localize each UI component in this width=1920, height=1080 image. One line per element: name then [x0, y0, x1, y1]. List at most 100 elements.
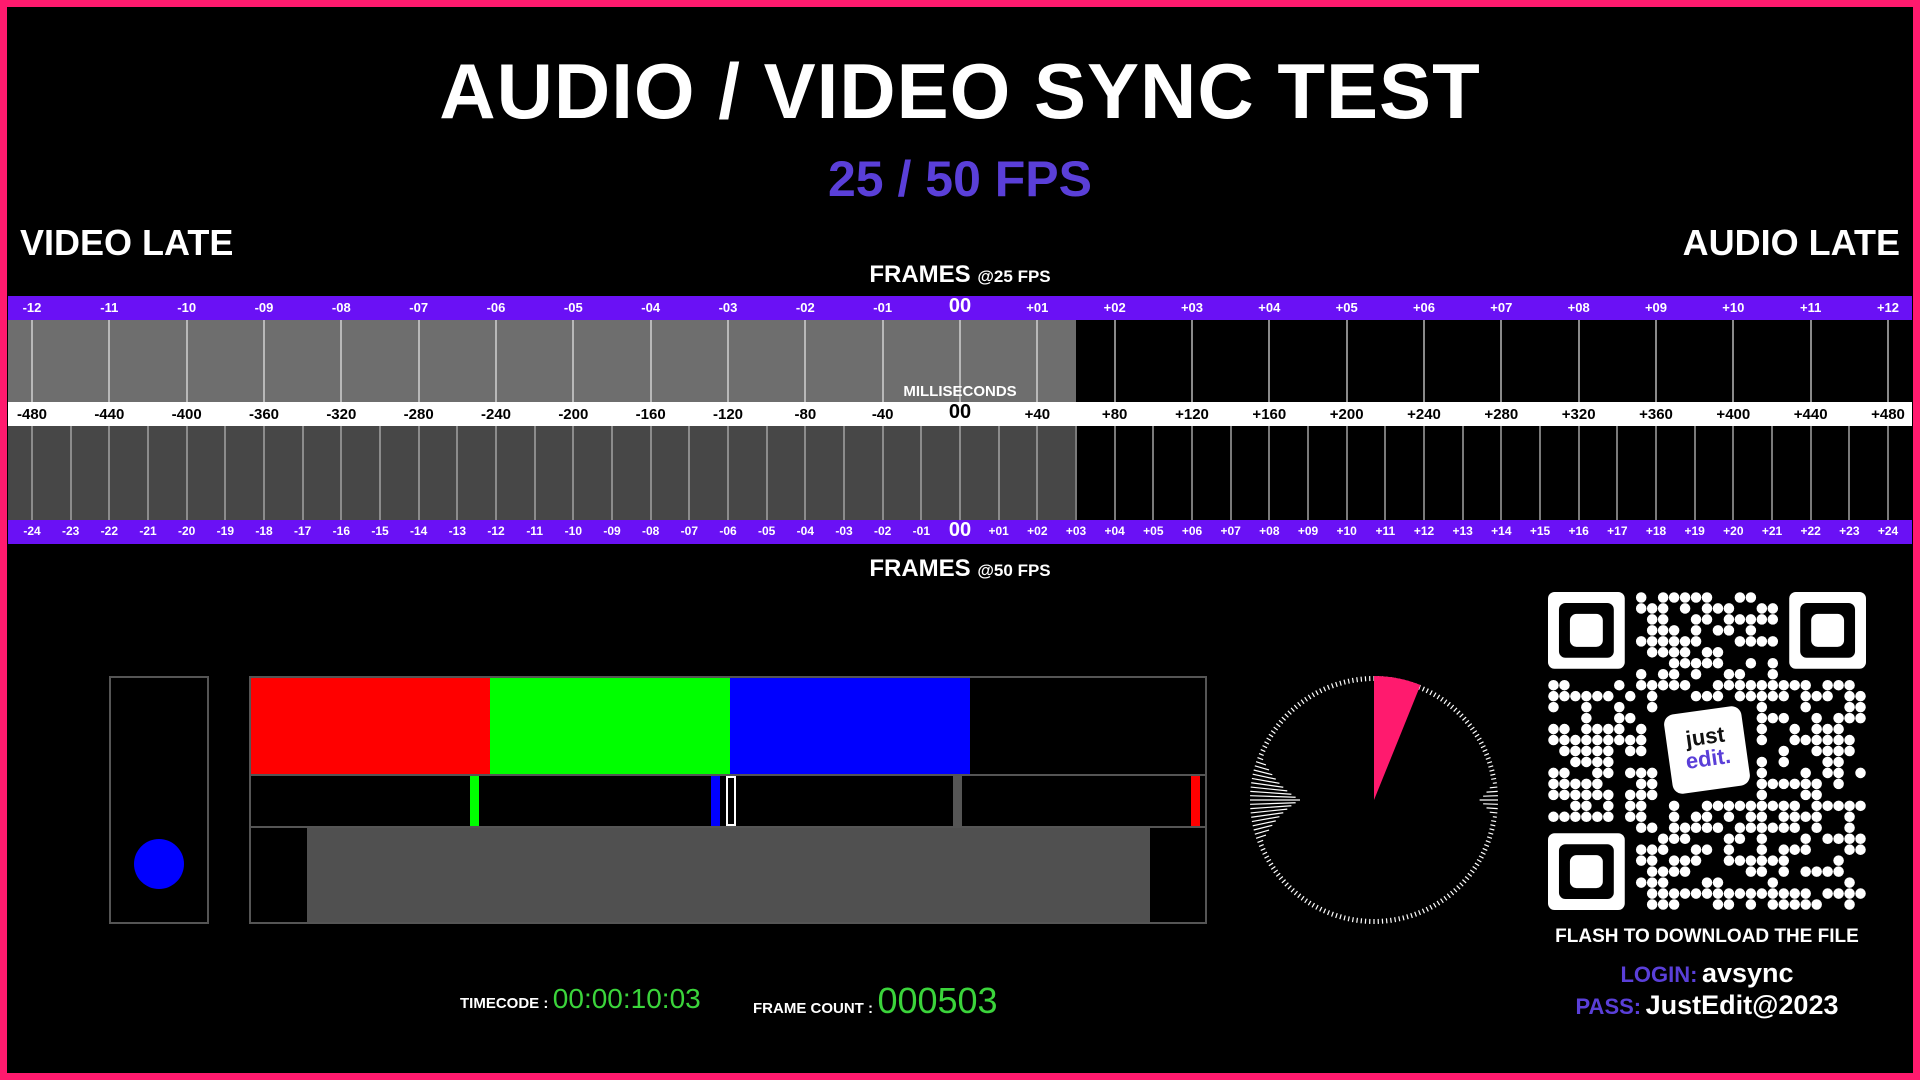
qr-module — [1603, 756, 1614, 768]
qr-module — [1657, 844, 1669, 855]
frame-25fps-tick-label: +03 — [1180, 300, 1204, 315]
frame-50fps-tick-label: +13 — [1452, 524, 1473, 538]
dial-tick — [1297, 701, 1302, 707]
millisecond-tick-label: +120 — [1175, 406, 1209, 423]
login-value: avsync — [1701, 958, 1794, 988]
dial-tick — [1257, 839, 1264, 843]
qr-module — [1690, 844, 1702, 855]
qr-module — [1778, 844, 1790, 855]
qr-module — [1592, 734, 1603, 746]
qr-module — [1734, 679, 1746, 691]
lower-band-tick — [572, 426, 575, 520]
dial-tick — [1489, 811, 1498, 814]
qr-module — [1548, 767, 1559, 779]
dial-tick — [1410, 912, 1413, 919]
qr-module — [1668, 899, 1680, 910]
qr-module — [1844, 844, 1855, 855]
qr-module — [1690, 636, 1702, 647]
millisecond-tick-label: -400 — [171, 406, 202, 423]
dial-tick — [1260, 749, 1266, 753]
page-title: AUDIO / VIDEO SYNC TEST — [439, 47, 1481, 135]
qr-module — [1833, 712, 1844, 724]
qr-module — [1811, 690, 1822, 702]
qr-module — [1701, 658, 1713, 669]
frame-50fps-tick-label: +12 — [1413, 524, 1435, 538]
qr-module — [1855, 888, 1866, 899]
lower-band-tick — [1500, 426, 1503, 520]
qr-module — [1756, 723, 1768, 735]
qr-module — [1635, 800, 1647, 812]
lower-band-tick — [185, 426, 188, 520]
dial-tick — [1489, 769, 1495, 772]
qr-module — [1800, 679, 1811, 691]
qr-module — [1723, 603, 1735, 614]
blue-bar — [730, 678, 970, 774]
pass-line: PASS: JustEdit@2023 — [1500, 990, 1914, 1021]
frame-25fps-tick-label: +10 — [1722, 300, 1745, 315]
qr-module — [1745, 800, 1757, 812]
dial-tick — [1311, 902, 1316, 908]
dial-tick — [1250, 802, 1296, 805]
dial-tick — [1268, 862, 1274, 867]
frame-50fps-tick-label: -11 — [526, 524, 543, 538]
qr-module — [1570, 745, 1581, 757]
qr-module — [1690, 592, 1702, 603]
qr-module — [1822, 756, 1833, 768]
millisecond-tick-label: +400 — [1716, 406, 1751, 423]
qr-module — [1800, 811, 1811, 823]
qr-module — [1548, 679, 1559, 691]
dial-tick — [1293, 890, 1298, 896]
qr-module — [1745, 811, 1757, 823]
frame-50fps-tick-label: -13 — [448, 524, 466, 538]
qr-module — [1646, 888, 1658, 899]
frame-count-value: 000503 — [877, 980, 998, 1021]
dial-tick — [1490, 773, 1496, 776]
dial-tick — [1488, 832, 1494, 835]
qr-module — [1668, 822, 1680, 834]
milliseconds-strip: -480 -440 -400 -360 -320 -280 -240 -200 -160 -120… — [8, 383, 1912, 426]
qr-module — [1624, 811, 1636, 823]
qr-module — [1592, 789, 1603, 801]
lower-band-tick — [1113, 426, 1116, 520]
qr-module — [1756, 767, 1768, 779]
qr-module — [1635, 778, 1647, 790]
qr-module — [1855, 690, 1866, 702]
qr-module — [1668, 833, 1680, 844]
qr-module — [1592, 690, 1603, 702]
dial-tick — [1429, 690, 1433, 696]
qr-module — [1756, 614, 1768, 625]
frame-50fps-tick-label: +15 — [1529, 524, 1551, 538]
qr-module — [1800, 844, 1811, 855]
qr-module — [1646, 789, 1658, 801]
qr-module — [1548, 811, 1559, 823]
frame-50fps-tick-label: -12 — [487, 524, 505, 538]
frame-50fps-tick-label: +20 — [1723, 524, 1744, 538]
qr-module — [1657, 625, 1669, 636]
qr-module — [1668, 866, 1680, 877]
qr-module — [1855, 767, 1866, 779]
qr-module — [1822, 723, 1833, 735]
dial-tick — [1456, 710, 1461, 715]
gray-fill-bar — [307, 828, 1150, 922]
qr-code[interactable]: just edit. — [1548, 592, 1866, 910]
qr-module — [1833, 866, 1844, 877]
qr-module — [1800, 833, 1811, 844]
timecode: TIMECODE : 00:00:10:03 — [460, 983, 701, 1015]
qr-module — [1614, 723, 1625, 735]
qr-module — [1811, 899, 1822, 910]
lower-band-tick — [727, 426, 729, 520]
qr-module — [1778, 745, 1790, 757]
upper-band-tick — [1809, 320, 1812, 402]
frames-25fps-strip: -12 -11 -10 -09 -08 -07 -06 -05 -04 -03 -02 -01 00 +0… — [8, 295, 1912, 320]
blink-dot-box — [109, 676, 209, 924]
qr-module — [1592, 778, 1603, 790]
dial-tick — [1326, 684, 1330, 690]
dial-tick — [1474, 733, 1480, 738]
dial-tick — [1450, 890, 1455, 896]
qr-module — [1789, 800, 1800, 812]
dial-tick — [1469, 869, 1475, 874]
dial-tick — [1360, 676, 1363, 682]
millisecond-tick-label: +40 — [1024, 406, 1051, 423]
qr-module — [1778, 679, 1790, 691]
qr-module — [1668, 636, 1680, 647]
